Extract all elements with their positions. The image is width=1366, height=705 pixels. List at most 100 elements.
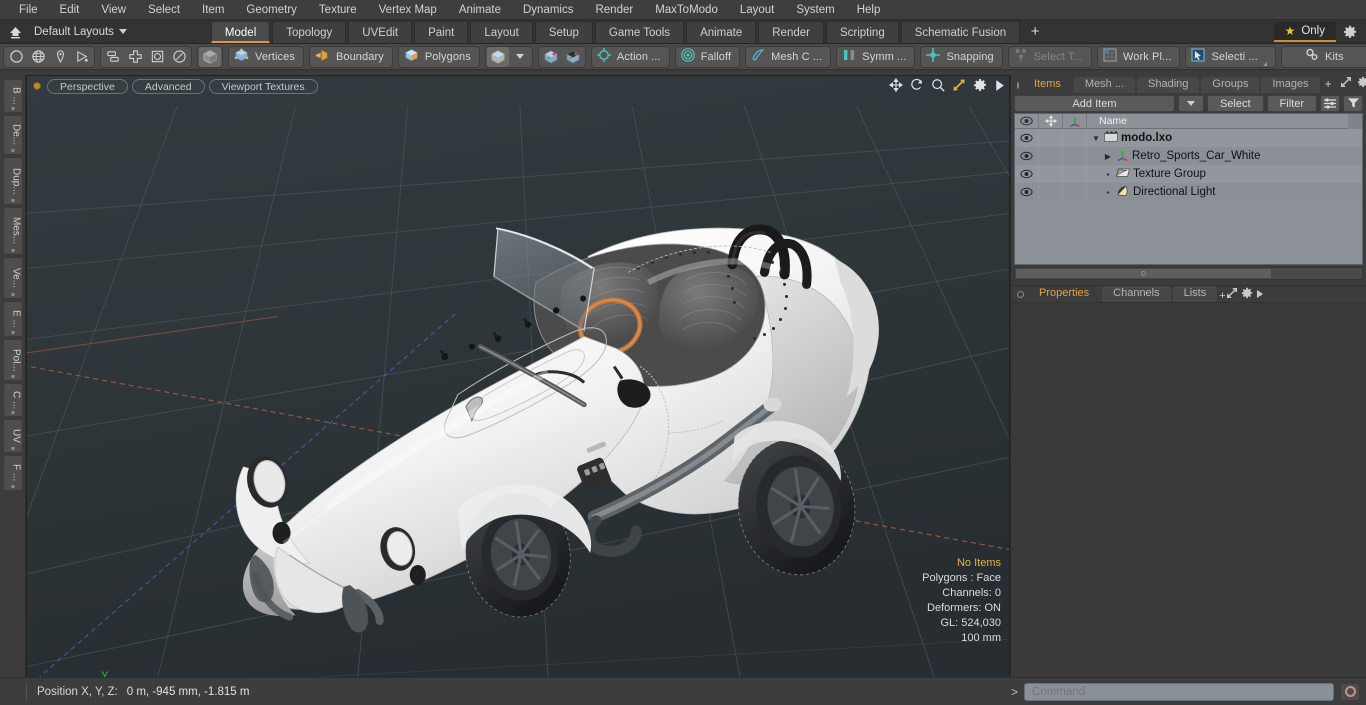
menu-item-vertex-map[interactable]: Vertex Map bbox=[368, 0, 448, 20]
table-row[interactable]: ▼ modo.lxo bbox=[1015, 129, 1362, 147]
fit-icon[interactable] bbox=[952, 78, 966, 92]
row-axis-cell[interactable] bbox=[1063, 129, 1087, 147]
row-axis-cell[interactable] bbox=[1063, 147, 1087, 165]
row-lock-cell[interactable] bbox=[1039, 165, 1063, 183]
circle-slash-icon[interactable] bbox=[168, 47, 190, 67]
menu-item-render[interactable]: Render bbox=[584, 0, 644, 20]
mode-button-vertices[interactable]: Vertices bbox=[228, 45, 304, 68]
gear-icon[interactable] bbox=[973, 78, 987, 92]
menu-item-maxtomodo[interactable]: MaxToModo bbox=[644, 0, 729, 20]
viewport-indicator-dot[interactable] bbox=[33, 82, 41, 90]
mode-button-boundary[interactable]: Boundary bbox=[308, 45, 393, 68]
row-lock-cell[interactable] bbox=[1039, 147, 1063, 165]
left-tab-fusion[interactable]: F ... bbox=[2, 455, 23, 491]
left-tab-duplicate[interactable]: Dup... bbox=[2, 157, 23, 205]
add-panel-tab-button[interactable]: + bbox=[1322, 77, 1335, 91]
pen-icon[interactable] bbox=[49, 47, 71, 67]
tab-lists[interactable]: Lists bbox=[1172, 286, 1218, 302]
menu-item-texture[interactable]: Texture bbox=[308, 0, 368, 20]
select-button[interactable]: Select bbox=[1206, 94, 1264, 112]
play-icon[interactable] bbox=[994, 79, 1005, 92]
home-up-icon[interactable] bbox=[4, 22, 26, 42]
menu-item-select[interactable]: Select bbox=[137, 0, 191, 20]
menu-item-geometry[interactable]: Geometry bbox=[235, 0, 308, 20]
items-tree-hscrollbar[interactable] bbox=[1014, 267, 1363, 280]
items-tree[interactable]: Name ▼ modo.lxo ▶ Retro_Sports_Car_White… bbox=[1014, 113, 1363, 265]
row-visibility-toggle[interactable] bbox=[1015, 129, 1039, 147]
circle-icon[interactable] bbox=[5, 47, 27, 67]
disclosure-open-icon[interactable]: ▼ bbox=[1091, 134, 1101, 143]
add-item-dropdown[interactable] bbox=[1177, 94, 1204, 112]
left-tab-mesh-edit[interactable]: Mes... bbox=[2, 207, 23, 255]
record-icon[interactable] bbox=[1340, 682, 1360, 701]
left-tab-basic[interactable]: B ... bbox=[2, 79, 23, 113]
action-center-button[interactable]: Action ... bbox=[590, 45, 670, 68]
expand-panel-icon[interactable] bbox=[1340, 76, 1352, 91]
table-row[interactable]: ▪ Texture Group bbox=[1015, 165, 1362, 183]
symmetry-button[interactable]: Symm ... bbox=[836, 45, 916, 68]
menu-item-layout[interactable]: Layout bbox=[729, 0, 786, 20]
layout-tab-render[interactable]: Render bbox=[758, 20, 824, 43]
square-circle-icon[interactable] bbox=[146, 47, 168, 67]
globe-icon[interactable] bbox=[27, 47, 49, 67]
cube-pivot-a-icon[interactable] bbox=[540, 47, 562, 67]
rotate-icon[interactable] bbox=[910, 78, 924, 92]
menu-item-item[interactable]: Item bbox=[191, 0, 235, 20]
menu-item-dynamics[interactable]: Dynamics bbox=[512, 0, 584, 20]
row-axis-cell[interactable] bbox=[1063, 165, 1087, 183]
disclosure-closed-icon[interactable]: ▶ bbox=[1103, 152, 1113, 161]
left-tab-deform[interactable]: De... bbox=[2, 115, 23, 155]
menu-item-animate[interactable]: Animate bbox=[448, 0, 512, 20]
row-visibility-toggle[interactable] bbox=[1015, 165, 1039, 183]
left-tab-polygon[interactable]: Pol... bbox=[2, 339, 23, 381]
tab-groups[interactable]: Groups bbox=[1201, 77, 1260, 93]
menu-item-edit[interactable]: Edit bbox=[49, 0, 91, 20]
tab-items[interactable]: Items bbox=[1023, 77, 1072, 93]
layout-tab-layout[interactable]: Layout bbox=[470, 20, 533, 43]
row-lock-cell[interactable] bbox=[1039, 129, 1063, 147]
row-lock-cell[interactable] bbox=[1039, 183, 1063, 201]
gear-icon[interactable] bbox=[1338, 22, 1362, 42]
cube-pivot-b-icon[interactable] bbox=[562, 47, 584, 67]
only-toggle-button[interactable]: ★ Only bbox=[1273, 21, 1336, 42]
table-row[interactable]: ▶ Retro_Sports_Car_White bbox=[1015, 147, 1362, 165]
layout-tab-model[interactable]: Model bbox=[210, 20, 271, 43]
layout-tab-uvedit[interactable]: UVEdit bbox=[348, 20, 413, 43]
layout-tab-setup[interactable]: Setup bbox=[534, 20, 593, 43]
chevron-down-icon[interactable] bbox=[509, 47, 531, 67]
tab-properties[interactable]: Properties bbox=[1028, 286, 1101, 302]
list-options-icon[interactable] bbox=[1320, 94, 1340, 112]
command-input[interactable] bbox=[1024, 682, 1334, 701]
menu-item-view[interactable]: View bbox=[90, 0, 137, 20]
work-plane-button[interactable]: Work Pl... bbox=[1096, 45, 1181, 68]
snapping-button[interactable]: Snapping bbox=[920, 45, 1003, 68]
gear-icon[interactable] bbox=[1357, 76, 1366, 91]
layout-tab-topology[interactable]: Topology bbox=[272, 20, 347, 43]
falloff-button[interactable]: Falloff bbox=[674, 45, 741, 68]
viewport-pill-perspective[interactable]: Perspective bbox=[47, 78, 128, 94]
gear-icon[interactable] bbox=[1241, 287, 1253, 302]
cross-box-icon[interactable] bbox=[124, 47, 146, 67]
viewport-pill-advanced[interactable]: Advanced bbox=[131, 78, 205, 94]
panel-more-icon[interactable] bbox=[1256, 290, 1264, 302]
mesh-constraint-button[interactable]: Mesh C ... bbox=[745, 45, 832, 68]
tab-images[interactable]: Images bbox=[1261, 77, 1320, 93]
menu-item-file[interactable]: File bbox=[8, 0, 49, 20]
scrollbar-thumb[interactable] bbox=[1015, 268, 1272, 279]
tab-mesh[interactable]: Mesh ... bbox=[1073, 77, 1136, 93]
filter-funnel-icon[interactable] bbox=[1343, 94, 1363, 112]
panel-indicator-dot[interactable] bbox=[1017, 82, 1019, 89]
layout-tab-game-tools[interactable]: Game Tools bbox=[594, 20, 685, 43]
layout-tab-paint[interactable]: Paint bbox=[414, 20, 469, 43]
row-visibility-toggle[interactable] bbox=[1015, 147, 1039, 165]
add-item-button[interactable]: Add Item bbox=[1014, 94, 1175, 112]
filter-button[interactable]: Filter bbox=[1266, 94, 1317, 112]
viewport-pill-viewport-textures[interactable]: Viewport Textures bbox=[208, 78, 318, 94]
kits-button[interactable]: Kits bbox=[1280, 45, 1366, 68]
table-row[interactable]: ▪ Directional Light bbox=[1015, 183, 1362, 201]
cube-grey-icon[interactable] bbox=[199, 46, 221, 67]
left-tab-vertex[interactable]: Ve... bbox=[2, 257, 23, 299]
layout-tab-schematic-fusion[interactable]: Schematic Fusion bbox=[900, 20, 1021, 43]
row-visibility-toggle[interactable] bbox=[1015, 183, 1039, 201]
add-layout-tab-button[interactable]: + bbox=[1022, 21, 1048, 43]
